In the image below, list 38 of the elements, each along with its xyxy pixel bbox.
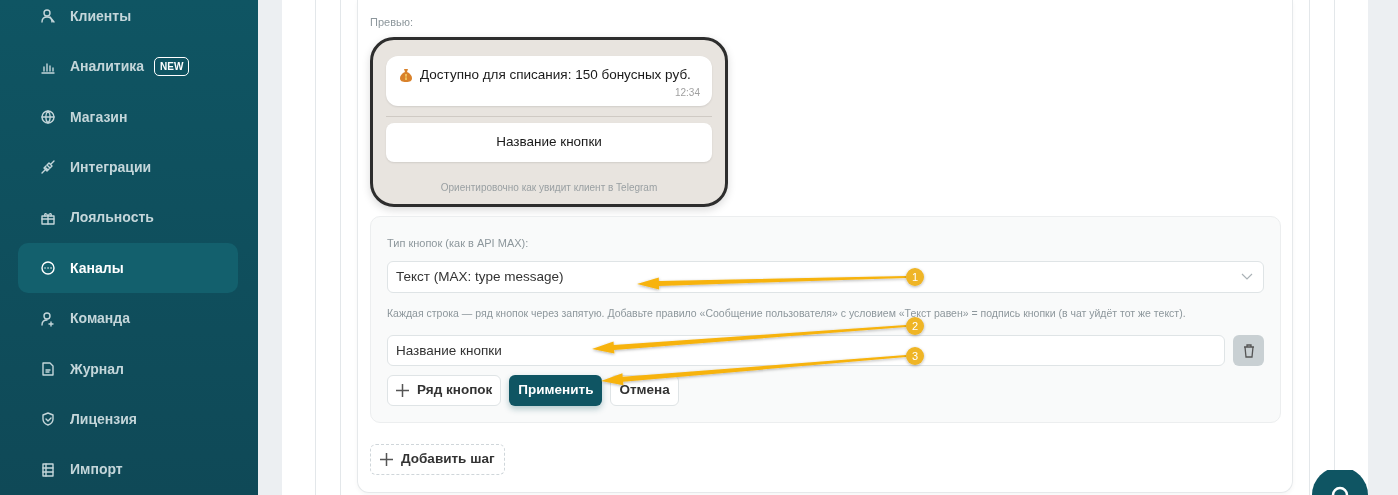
step-marker: 2 — [906, 317, 924, 335]
money-bag-icon — [400, 67, 412, 82]
sidebar-item[interactable]: Команда — [18, 293, 238, 344]
sidebar-item[interactable]: Лояльность — [18, 192, 238, 244]
message-text: Доступно для списания: 150 бонусных руб. — [420, 65, 691, 84]
add-step-button[interactable]: Добавить шаг — [370, 443, 505, 475]
preview-label: Превью: — [370, 15, 415, 30]
step-marker: 3 — [906, 347, 924, 365]
shield-check-icon — [40, 411, 56, 428]
trash-icon — [1242, 343, 1255, 358]
new-badge: NEW — [154, 57, 190, 77]
sidebar-item[interactable]: Лицензия — [18, 394, 238, 445]
users-icon — [40, 8, 56, 25]
sidebar-item[interactable]: Журнал — [18, 343, 238, 395]
document-icon — [40, 361, 56, 378]
sidebar-item[interactable]: Интеграции — [18, 142, 238, 193]
help-button[interactable] — [1312, 470, 1368, 495]
sidebar-item[interactable]: Импорт — [18, 444, 238, 495]
plus-icon — [396, 384, 409, 397]
message-time: 12:34 — [673, 85, 700, 100]
sidebar-item[interactable]: Клиенты — [18, 0, 238, 42]
inline-keyboard-button[interactable]: Название кнопки — [386, 122, 712, 162]
chat-bubble-icon — [40, 260, 56, 277]
globe-icon — [40, 109, 56, 125]
list-icon — [40, 461, 56, 478]
sidebar-item[interactable]: Каналы — [18, 243, 238, 294]
apply-button[interactable]: Применить — [509, 375, 603, 406]
plus-icon — [380, 452, 393, 466]
sidebar-item[interactable]: Аналитика NEW — [18, 41, 238, 92]
preview-caption: Ориентировочно как увидит клиент в Telegram — [439, 180, 659, 195]
sidebar-item[interactable]: Магазин — [18, 91, 238, 143]
user-add-icon — [40, 310, 56, 327]
step-marker: 1 — [906, 268, 924, 286]
plug-icon — [40, 159, 56, 176]
chevron-down-icon — [1241, 273, 1253, 282]
add-row-button[interactable]: Ряд кнопок — [387, 375, 502, 406]
delete-button[interactable] — [1233, 335, 1264, 366]
field-label: Тип кнопок (как в API MAX): — [387, 235, 530, 251]
